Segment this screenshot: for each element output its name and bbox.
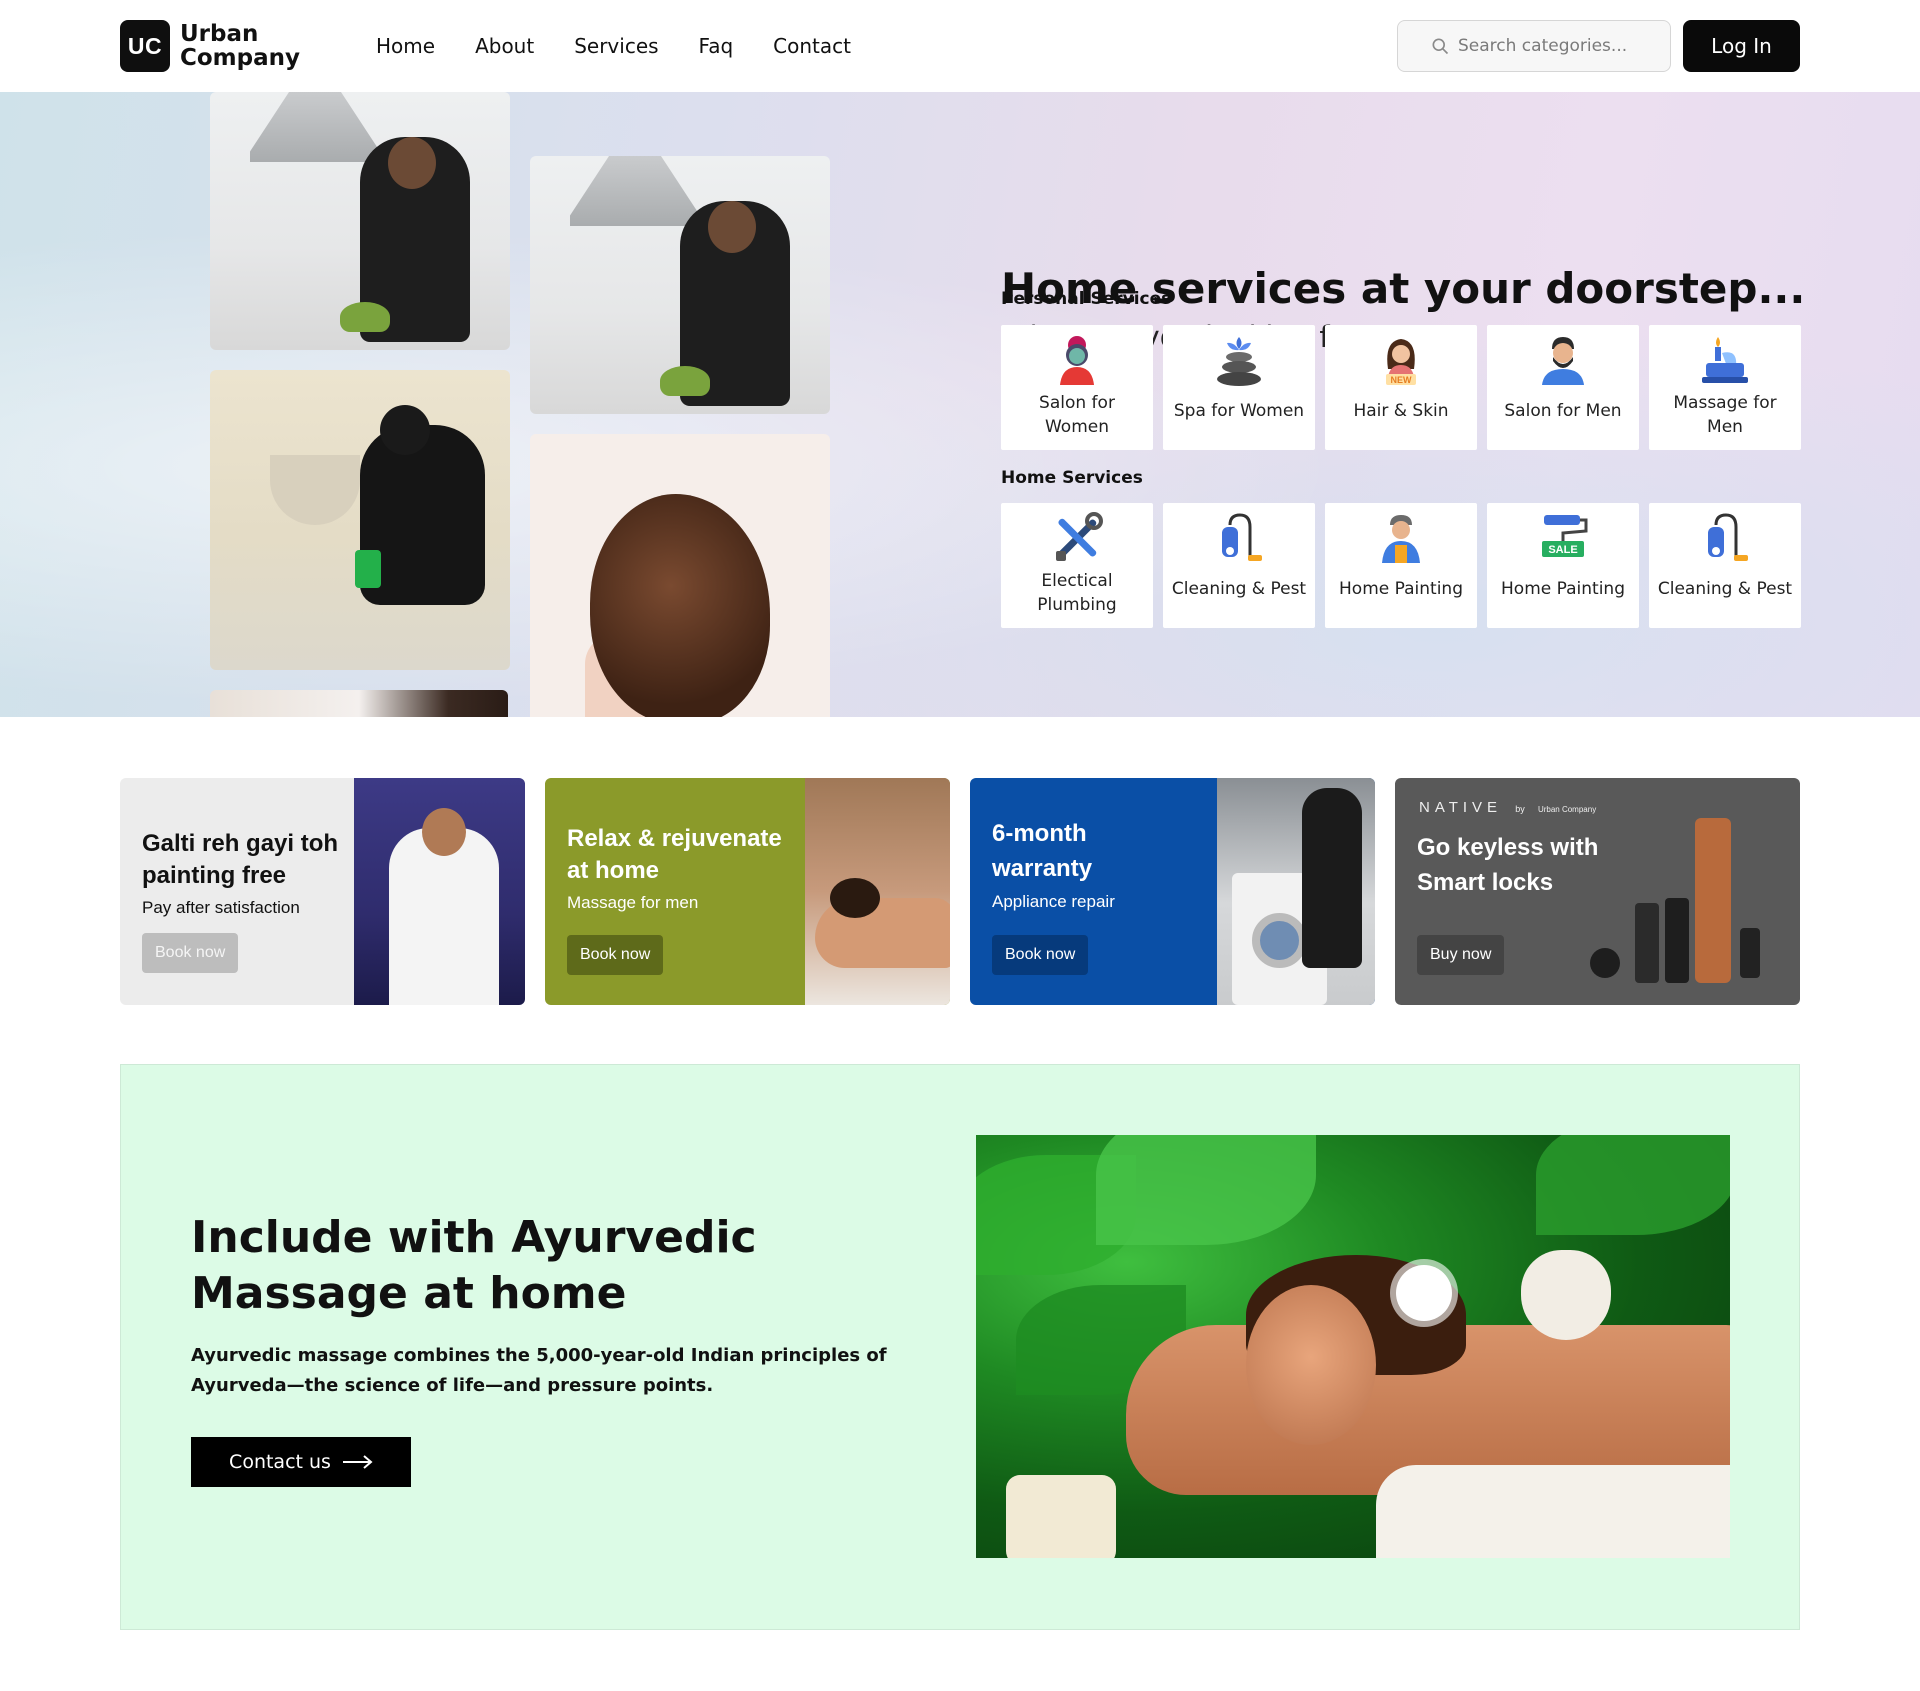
ayurvedic-section: Include with Ayurvedic Massage at home A… [120, 1064, 1800, 1630]
nav-home[interactable]: Home [376, 32, 435, 60]
promo-subtitle: Appliance repair [992, 892, 1115, 911]
nav-services[interactable]: Services [574, 32, 658, 60]
logo-line-1: Urban [180, 21, 259, 47]
promo-subtitle: Massage for men [567, 893, 699, 912]
ayurvedic-title: Include with Ayurvedic Massage at home [191, 1212, 757, 1319]
service-tile-cleaning-pest-2[interactable]: Cleaning & Pest [1649, 503, 1801, 628]
nav-faq[interactable]: Faq [699, 32, 734, 60]
contact-us-button[interactable]: Contact us [191, 1437, 411, 1487]
native-wordmark: NATIVE [1419, 799, 1503, 816]
ayurvedic-description: Ayurvedic massage combines the 5,000-yea… [191, 1345, 887, 1396]
hero-photo-bathroom-cleaning [210, 370, 510, 670]
nav-about[interactable]: About [475, 32, 534, 60]
home-services-grid: Electical Plumbing Cleaning & Pest Home … [1001, 503, 1801, 628]
service-tile-salon-women[interactable]: Salon for Women [1001, 325, 1153, 450]
salon-men-icon [1536, 333, 1590, 387]
home-services-label: Home Services [1001, 468, 1143, 488]
logo-mark: UC [120, 20, 170, 72]
search-icon [1432, 38, 1449, 55]
book-now-button[interactable]: Book now [142, 933, 239, 973]
promo-title: 6-month warranty [992, 820, 1093, 882]
service-tile-label: Salon for Women [1039, 393, 1115, 437]
painter-icon [1374, 511, 1428, 565]
book-now-button[interactable]: Book now [992, 935, 1089, 975]
service-tile-home-painting-sale[interactable]: SALE Home Painting [1487, 503, 1639, 628]
personal-services-label: Personal Services [1001, 289, 1172, 309]
promo-title: Relax & rejuvenate at home [567, 825, 782, 884]
hero-photo-hair-styling [530, 434, 830, 717]
site-header: UC Urban Company Home About Services Faq… [0, 0, 1920, 92]
hero-photo-partial [210, 690, 508, 717]
arrow-right-icon [342, 1455, 373, 1469]
promo-image-washing-machine [1217, 778, 1375, 1005]
service-tile-label: Cleaning & Pest [1657, 579, 1793, 599]
svg-text:SALE: SALE [1548, 544, 1577, 556]
service-tile-hair-skin[interactable]: NEW Hair & Skin [1325, 325, 1477, 450]
promo-subtitle: Pay after satisfaction [142, 898, 300, 917]
svg-text:NEW: NEW [1391, 375, 1413, 385]
promo-card-massage[interactable]: Relax & rejuvenate at home Massage for m… [545, 778, 950, 1005]
logo-wordmark: Urban Company [180, 22, 300, 70]
logo-line-2: Company [180, 45, 300, 71]
massage-men-icon [1698, 333, 1752, 387]
promo-image-massage [805, 778, 950, 1005]
promo-title: Go keyless with Smart locks [1417, 834, 1599, 896]
vacuum-icon [1212, 511, 1266, 565]
service-tile-label: Home Painting [1501, 579, 1625, 599]
service-tile-label: Home Painting [1339, 579, 1463, 599]
service-tile-label: Spa for Women [1173, 401, 1305, 421]
promo-card-smart-locks[interactable]: NATIVE by Urban Company Go keyless with … [1395, 778, 1800, 1005]
service-tile-label: Cleaning & Pest [1171, 579, 1307, 599]
ayurvedic-massage-photo [976, 1135, 1730, 1558]
promo-image-painter [354, 778, 525, 1005]
main-nav: Home About Services Faq Contact [376, 32, 891, 60]
search-input[interactable] [1458, 36, 1658, 56]
hero-photo-chimney-repair-2 [530, 156, 830, 414]
vacuum-icon [1698, 511, 1752, 565]
spa-stones-icon [1212, 333, 1266, 387]
promo-title: Galti reh gayi toh painting free [142, 830, 339, 889]
service-tile-massage-men[interactable]: Massage for Men [1649, 325, 1801, 450]
service-tile-spa-women[interactable]: Spa for Women [1163, 325, 1315, 450]
service-tile-label: Massage for Men [1673, 393, 1777, 437]
promo-cards: Galti reh gayi toh painting free Pay aft… [120, 778, 1800, 1005]
brand-logo[interactable]: UC Urban Company [120, 20, 300, 72]
native-by: by [1515, 804, 1525, 814]
service-tile-home-painting[interactable]: Home Painting [1325, 503, 1477, 628]
login-button[interactable]: Log In [1683, 20, 1800, 72]
hero-section: Home services at your doorstep... What a… [0, 92, 1920, 717]
service-tile-cleaning-pest[interactable]: Cleaning & Pest [1163, 503, 1315, 628]
nav-contact[interactable]: Contact [773, 32, 851, 60]
tools-icon [1050, 511, 1104, 565]
search-box[interactable] [1397, 20, 1671, 72]
book-now-button[interactable]: Book now [567, 935, 664, 975]
hair-skin-icon: NEW [1374, 333, 1428, 387]
promo-card-appliance-repair[interactable]: 6-month warranty Appliance repair Book n… [970, 778, 1375, 1005]
contact-us-label: Contact us [229, 1451, 331, 1473]
salon-women-icon [1050, 333, 1104, 387]
hero-photo-chimney-repair [210, 92, 510, 350]
service-tile-electrical-plumbing[interactable]: Electical Plumbing [1001, 503, 1153, 628]
promo-card-painting[interactable]: Galti reh gayi toh painting free Pay aft… [120, 778, 525, 1005]
personal-services-grid: Salon for Women Spa for Women NEW Hair &… [1001, 325, 1801, 450]
service-tile-label: Salon for Men [1504, 401, 1622, 421]
buy-now-button[interactable]: Buy now [1417, 935, 1505, 975]
service-tile-label: Hair & Skin [1353, 401, 1449, 421]
service-tile-label: Electical Plumbing [1037, 571, 1117, 615]
service-tile-salon-men[interactable]: Salon for Men [1487, 325, 1639, 450]
paint-roller-icon: SALE [1536, 511, 1590, 565]
